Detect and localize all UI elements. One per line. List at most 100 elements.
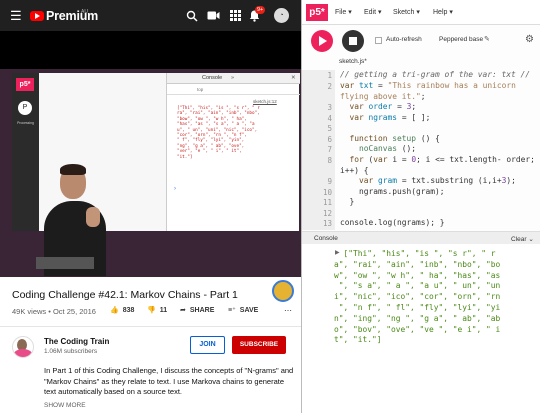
menu-help[interactable]: Help ▾: [433, 8, 453, 16]
devtools-prompt-icon: ›: [174, 186, 176, 192]
code-line: function setup () {: [349, 134, 440, 143]
line-number: 8: [327, 156, 332, 165]
menu-sketch-label: Sketch: [393, 9, 415, 16]
line-number: 11: [322, 198, 332, 207]
devtools-source-link: sketch.js:12: [253, 99, 277, 104]
auto-refresh-label: Auto-refresh: [386, 36, 422, 43]
subscribe-button[interactable]: SUBSCRIBE: [232, 336, 286, 354]
youtube-logo-icon[interactable]: [30, 11, 44, 21]
devtools-more-icon: »: [231, 75, 235, 81]
region-label: AU: [81, 9, 88, 15]
presenter-hand: [86, 207, 100, 227]
chevron-down-icon: ▾: [348, 9, 352, 16]
code-line: for (var i = 0; i <= txt.length- order; …: [340, 155, 540, 175]
line-number: 2: [327, 82, 332, 91]
apps-grid-icon[interactable]: [230, 10, 241, 24]
youtube-brand[interactable]: Premium: [46, 9, 98, 23]
p5-toolbar: Auto-refresh Peppered base ✎ ⚙: [302, 26, 540, 56]
console-clear-button[interactable]: Clear ⌄: [511, 235, 534, 243]
code-line: var gram = txt.substring (i,i+3);: [359, 176, 516, 185]
chevron-down-icon: ▾: [416, 9, 420, 16]
save-button[interactable]: ≡⁺ SAVE: [228, 306, 258, 314]
save-label: SAVE: [239, 307, 259, 314]
devtools-tab-bar: Console » ✕: [167, 73, 300, 84]
project-name[interactable]: Peppered base: [439, 36, 483, 43]
presenter-desk: [36, 257, 94, 269]
line-number: 10: [322, 188, 332, 197]
play-button[interactable]: [311, 30, 333, 52]
channel-name[interactable]: The Coding Train: [44, 337, 109, 346]
like-button[interactable]: 👍 838: [110, 306, 134, 314]
account-avatar[interactable]: ◔: [274, 8, 289, 23]
devtools-close-icon: ✕: [291, 75, 296, 81]
video-title: Coding Challenge #42.1: Markov Chains - …: [12, 289, 238, 301]
clear-label: Clear: [511, 236, 527, 243]
line-number: 13: [322, 219, 332, 228]
dislike-button[interactable]: 👎 11: [147, 306, 167, 314]
settings-gear-icon[interactable]: ⚙: [525, 34, 534, 45]
share-label: SHARE: [189, 307, 215, 314]
code-editor[interactable]: 1 2 3 4 5 6 7 8 9 10 11 12 13 // getting…: [302, 70, 540, 230]
line-number: 3: [327, 103, 332, 112]
line-number: 7: [327, 145, 332, 154]
create-video-icon[interactable]: [207, 10, 220, 24]
auto-refresh-checkbox[interactable]: [375, 37, 382, 44]
menu-edit-label: Edit: [364, 9, 377, 16]
video-devtools-panel: Console » ✕ top sketch.js:12 ["Thi", "hi…: [166, 73, 300, 231]
chevron-down-icon: ▾: [378, 9, 382, 16]
devtools-filter-bar: top: [167, 85, 300, 95]
collapse-chevron-icon: ⌄: [528, 236, 534, 243]
code-line: // getting a tri-gram of the var: txt //: [340, 70, 531, 79]
youtube-window: ☰ Premium AU 9+ ◔ p5* P Processing Conso…: [0, 0, 301, 413]
line-number: 12: [322, 209, 332, 218]
video-p5-sidebar: p5* P Processing: [12, 73, 39, 231]
console-body: ▶ ["Thi", "his", "is ", "s r", " r a", "…: [302, 244, 540, 413]
edit-name-pencil-icon[interactable]: ✎: [484, 35, 490, 43]
code-line: var ngrams = [ ];: [349, 113, 431, 122]
devtools-console-tab: Console: [202, 75, 223, 81]
subscriber-count: 1.06M subscribers: [44, 348, 98, 355]
code-line: var txt = "This rainbow has a unicorn fl…: [340, 81, 521, 101]
p5-editor-window: p5* File ▾ Edit ▾ Sketch ▾ Help ▾ Auto-r…: [301, 0, 540, 413]
channel-avatar[interactable]: [12, 336, 34, 358]
code-line: ngrams.push(gram);: [340, 187, 445, 196]
screen: ☰ Premium AU 9+ ◔ p5* P Processing Conso…: [0, 0, 540, 413]
playlist-add-icon: ≡⁺: [228, 307, 236, 314]
menu-edit[interactable]: Edit ▾: [364, 8, 382, 16]
menu-file[interactable]: File ▾: [335, 8, 352, 16]
search-icon[interactable]: [186, 10, 198, 25]
code-line: noCanvas ();: [359, 144, 417, 153]
code-line: }: [340, 197, 355, 206]
line-number: 9: [327, 177, 332, 186]
p5-nav-bar: p5* File ▾ Edit ▾ Sketch ▾ Help ▾: [302, 0, 540, 25]
devtools-context: top: [197, 87, 204, 92]
console-title: Console: [314, 235, 338, 242]
line-number: 4: [327, 114, 332, 123]
like-count: 838: [122, 307, 135, 314]
thumbs-down-icon: 👎: [147, 307, 156, 314]
join-button[interactable]: JOIN: [190, 336, 225, 354]
stop-button[interactable]: [342, 30, 364, 52]
devtools-console-output: ["Thi", "his", "is ", "s r", " r ra", "r…: [177, 106, 260, 160]
console-output-text: ["Thi", "his", "is ", "s r", " r a", "ra…: [334, 249, 501, 345]
share-arrow-icon: ➦: [180, 307, 186, 314]
show-more-link[interactable]: SHOW MORE: [44, 402, 86, 409]
presenter-hair: [60, 164, 86, 175]
divider: [0, 326, 301, 327]
file-tab-sketch[interactable]: sketch.js*: [339, 58, 367, 65]
channel-watermark-icon: [272, 280, 294, 302]
p5-logo[interactable]: p5*: [306, 4, 328, 21]
menu-sketch[interactable]: Sketch ▾: [393, 8, 420, 16]
more-actions-icon[interactable]: ⋯: [284, 306, 292, 315]
code-line: console.log(ngrams); }: [340, 218, 445, 227]
share-button[interactable]: ➦ SHARE: [180, 306, 214, 314]
line-number: 5: [327, 124, 332, 133]
processing-logo-icon: P: [18, 101, 32, 115]
video-player[interactable]: p5* P Processing Console » ✕ top sketch.…: [0, 31, 301, 302]
menu-file-label: File: [335, 9, 347, 16]
video-p5-logo: p5*: [16, 78, 34, 91]
hamburger-menu-icon[interactable]: ☰: [10, 9, 22, 23]
youtube-top-bar: ☰ Premium AU 9+ ◔: [0, 0, 301, 31]
line-number: 1: [327, 71, 332, 80]
console-output: ["Thi", "his", "is ", "s r", " r a", "ra…: [334, 249, 534, 346]
